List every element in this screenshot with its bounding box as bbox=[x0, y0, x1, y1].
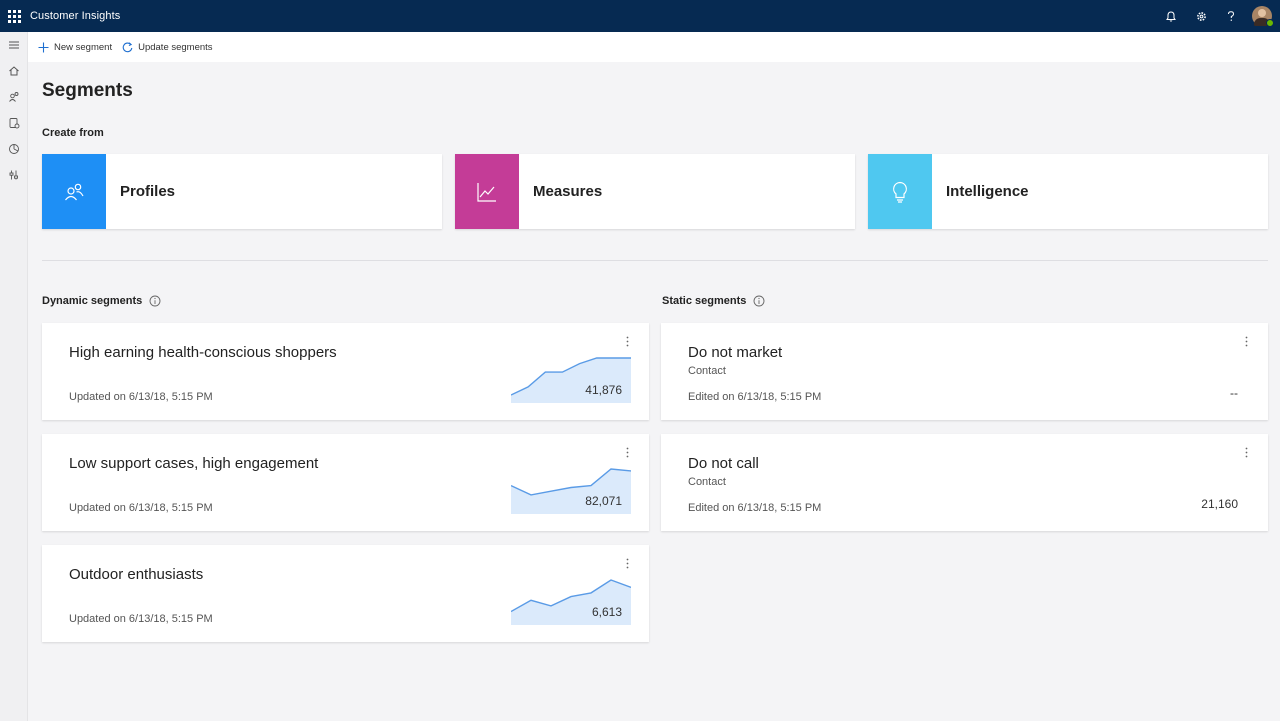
home-icon bbox=[8, 65, 20, 77]
segment-member-count: 41,876 bbox=[585, 383, 622, 397]
create-from-measures-card[interactable]: Measures bbox=[455, 154, 855, 229]
segment-type: Contact bbox=[688, 365, 726, 377]
dynamic-segment-card[interactable]: High earning health-conscious shoppers U… bbox=[42, 323, 649, 420]
segment-type: Contact bbox=[688, 476, 726, 488]
intelligence-label: Intelligence bbox=[946, 183, 1029, 200]
static-segments-header: Static segments bbox=[662, 295, 765, 307]
segment-member-count: -- bbox=[1230, 386, 1238, 400]
segment-member-count: 82,071 bbox=[585, 494, 622, 508]
refresh-icon bbox=[122, 42, 133, 53]
plus-icon bbox=[38, 42, 49, 53]
app-launcher-button[interactable] bbox=[0, 0, 28, 32]
more-vertical-icon bbox=[1245, 447, 1248, 458]
help-button[interactable] bbox=[1216, 0, 1246, 32]
command-bar: New segment Update segments bbox=[28, 32, 1280, 62]
segment-name: Low support cases, high engagement bbox=[69, 455, 318, 472]
more-vertical-icon bbox=[1245, 336, 1248, 347]
top-bar: Customer Insights bbox=[0, 0, 1280, 32]
segment-name: Do not market bbox=[688, 344, 782, 361]
static-segment-card[interactable]: Do not call Contact Edited on 6/13/18, 5… bbox=[661, 434, 1268, 531]
admin-icon bbox=[8, 169, 20, 181]
gear-icon bbox=[1196, 11, 1207, 22]
section-divider bbox=[42, 260, 1268, 261]
profiles-tile bbox=[42, 154, 106, 229]
segment-name: Do not call bbox=[688, 455, 759, 472]
settings-button[interactable] bbox=[1186, 0, 1216, 32]
update-segments-button[interactable]: Update segments bbox=[122, 42, 212, 53]
pie-chart-icon bbox=[8, 143, 20, 155]
info-icon[interactable] bbox=[753, 295, 765, 307]
nav-item-data[interactable] bbox=[0, 110, 28, 136]
static-segment-card[interactable]: Do not market Contact Edited on 6/13/18,… bbox=[661, 323, 1268, 420]
dynamic-segment-card[interactable]: Low support cases, high engagement Updat… bbox=[42, 434, 649, 531]
intelligence-tile bbox=[868, 154, 932, 229]
people-icon bbox=[62, 180, 86, 204]
nav-item-home[interactable] bbox=[0, 58, 28, 84]
segment-updated: Updated on 6/13/18, 5:15 PM bbox=[69, 391, 213, 403]
segment-member-count: 6,613 bbox=[592, 605, 622, 619]
hamburger-icon bbox=[8, 39, 20, 51]
segment-edited: Edited on 6/13/18, 5:15 PM bbox=[688, 391, 821, 403]
new-segment-label: New segment bbox=[54, 42, 112, 53]
dynamic-segment-card[interactable]: Outdoor enthusiasts Updated on 6/13/18, … bbox=[42, 545, 649, 642]
left-nav-rail bbox=[0, 32, 28, 721]
nav-item-customers[interactable] bbox=[0, 84, 28, 110]
bell-icon bbox=[1166, 11, 1176, 22]
line-chart-icon bbox=[475, 180, 499, 204]
segment-updated: Updated on 6/13/18, 5:15 PM bbox=[69, 502, 213, 514]
more-options-button[interactable] bbox=[1241, 444, 1251, 460]
dynamic-segments-label: Dynamic segments bbox=[42, 295, 142, 307]
profiles-label: Profiles bbox=[120, 183, 175, 200]
segment-edited: Edited on 6/13/18, 5:15 PM bbox=[688, 502, 821, 514]
more-options-button[interactable] bbox=[1241, 333, 1251, 349]
more-options-button[interactable] bbox=[622, 333, 632, 349]
database-icon bbox=[8, 117, 20, 129]
nav-toggle-button[interactable] bbox=[0, 32, 28, 58]
avatar[interactable] bbox=[1252, 6, 1272, 26]
segment-updated: Updated on 6/13/18, 5:15 PM bbox=[69, 613, 213, 625]
static-segments-label: Static segments bbox=[662, 295, 746, 307]
segment-member-count: 21,160 bbox=[1201, 497, 1238, 511]
app-title: Customer Insights bbox=[30, 10, 120, 22]
help-icon bbox=[1227, 11, 1235, 22]
nav-item-segments[interactable] bbox=[0, 136, 28, 162]
update-segments-label: Update segments bbox=[138, 42, 212, 53]
waffle-icon bbox=[8, 10, 21, 23]
create-from-profiles-card[interactable]: Profiles bbox=[42, 154, 442, 229]
create-from-intelligence-card[interactable]: Intelligence bbox=[868, 154, 1268, 229]
nav-item-admin[interactable] bbox=[0, 162, 28, 188]
segment-name: High earning health-conscious shoppers bbox=[69, 344, 337, 361]
info-icon[interactable] bbox=[149, 295, 161, 307]
dynamic-segments-header: Dynamic segments bbox=[42, 295, 161, 307]
more-vertical-icon bbox=[626, 558, 629, 569]
notifications-button[interactable] bbox=[1156, 0, 1186, 32]
lightbulb-icon bbox=[888, 180, 912, 204]
people-icon bbox=[8, 91, 20, 103]
presence-indicator bbox=[1266, 19, 1274, 27]
more-vertical-icon bbox=[626, 336, 629, 347]
page-title: Segments bbox=[42, 80, 133, 102]
more-options-button[interactable] bbox=[622, 444, 632, 460]
create-from-label: Create from bbox=[42, 127, 104, 139]
new-segment-button[interactable]: New segment bbox=[38, 42, 112, 53]
measures-label: Measures bbox=[533, 183, 602, 200]
measures-tile bbox=[455, 154, 519, 229]
segment-name: Outdoor enthusiasts bbox=[69, 566, 203, 583]
more-options-button[interactable] bbox=[622, 555, 632, 571]
more-vertical-icon bbox=[626, 447, 629, 458]
